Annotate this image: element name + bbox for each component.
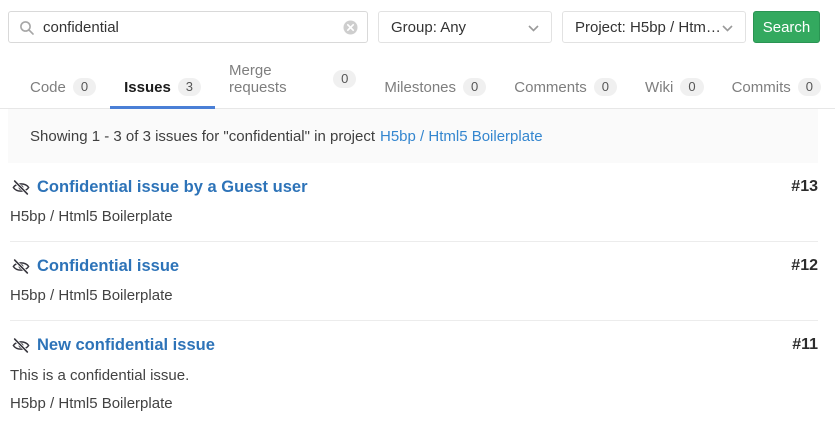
tab-wiki[interactable]: Wiki 0 [631, 69, 718, 109]
clear-search-icon[interactable] [343, 20, 358, 40]
tab-merge-requests[interactable]: Merge requests 0 [215, 53, 370, 109]
search-box [8, 11, 368, 43]
tab-label: Wiki [645, 79, 673, 96]
search-scope-tabs: Code 0 Issues 3 Merge requests 0 Milesto… [0, 53, 835, 109]
tab-count-badge: 0 [594, 78, 617, 96]
issue-result-row: Confidential issue by a Guest user #13 H… [10, 163, 818, 242]
tab-label: Merge requests [229, 62, 326, 96]
chevron-down-icon [722, 19, 733, 36]
search-icon [19, 20, 35, 41]
tab-commits[interactable]: Commits 0 [718, 69, 835, 109]
tab-label: Issues [124, 79, 171, 96]
tab-code[interactable]: Code 0 [16, 69, 110, 109]
tab-count-badge: 0 [680, 78, 703, 96]
chevron-down-icon [528, 19, 539, 36]
project-filter-dropdown[interactable]: Project: H5bp / Html5 ... [562, 11, 746, 43]
issue-id: #12 [791, 255, 818, 277]
tab-label: Commits [732, 79, 791, 96]
tab-count-badge: 0 [73, 78, 96, 96]
group-filter-label: Group: Any [391, 19, 466, 36]
tab-issues[interactable]: Issues 3 [110, 69, 215, 109]
tab-count-badge: 0 [333, 70, 356, 88]
search-input[interactable] [9, 12, 367, 42]
issue-title-link[interactable]: Confidential issue by a Guest user [37, 176, 308, 198]
eye-slash-icon [12, 180, 30, 195]
project-filter-label: Project: H5bp / Html5 ... [575, 19, 722, 36]
tab-count-badge: 0 [463, 78, 486, 96]
tab-milestones[interactable]: Milestones 0 [370, 69, 500, 109]
issue-title-link[interactable]: Confidential issue [37, 255, 179, 277]
issue-project-name: H5bp / Html5 Boilerplate [10, 287, 818, 305]
issue-id: #13 [791, 176, 818, 198]
summary-project-link[interactable]: H5bp / Html5 Boilerplate [380, 128, 543, 145]
search-toolbar: Group: Any Project: H5bp / Html5 ... Sea… [0, 0, 835, 43]
search-button[interactable]: Search [753, 11, 820, 43]
issue-project-name: H5bp / Html5 Boilerplate [10, 395, 818, 413]
issue-result-row: Confidential issue #12 H5bp / Html5 Boil… [10, 242, 818, 321]
issue-project-name: H5bp / Html5 Boilerplate [10, 208, 818, 226]
group-filter-dropdown[interactable]: Group: Any [378, 11, 552, 43]
tab-count-badge: 0 [798, 78, 821, 96]
tab-comments[interactable]: Comments 0 [500, 69, 631, 109]
tab-count-badge: 3 [178, 78, 201, 96]
tab-label: Comments [514, 79, 587, 96]
eye-slash-icon [12, 338, 30, 353]
issue-result-row: New confidential issue #11 This is a con… [10, 321, 818, 428]
results-summary-banner: Showing 1 - 3 of 3 issues for "confident… [8, 109, 818, 163]
issue-title-link[interactable]: New confidential issue [37, 334, 215, 356]
tab-label: Code [30, 79, 66, 96]
tab-label: Milestones [384, 79, 456, 96]
search-results-list: Confidential issue by a Guest user #13 H… [10, 163, 818, 428]
issue-description: This is a confidential issue. [10, 367, 818, 385]
issue-id: #11 [792, 334, 818, 356]
eye-slash-icon [12, 259, 30, 274]
results-summary-text: Showing 1 - 3 of 3 issues for "confident… [30, 128, 375, 145]
